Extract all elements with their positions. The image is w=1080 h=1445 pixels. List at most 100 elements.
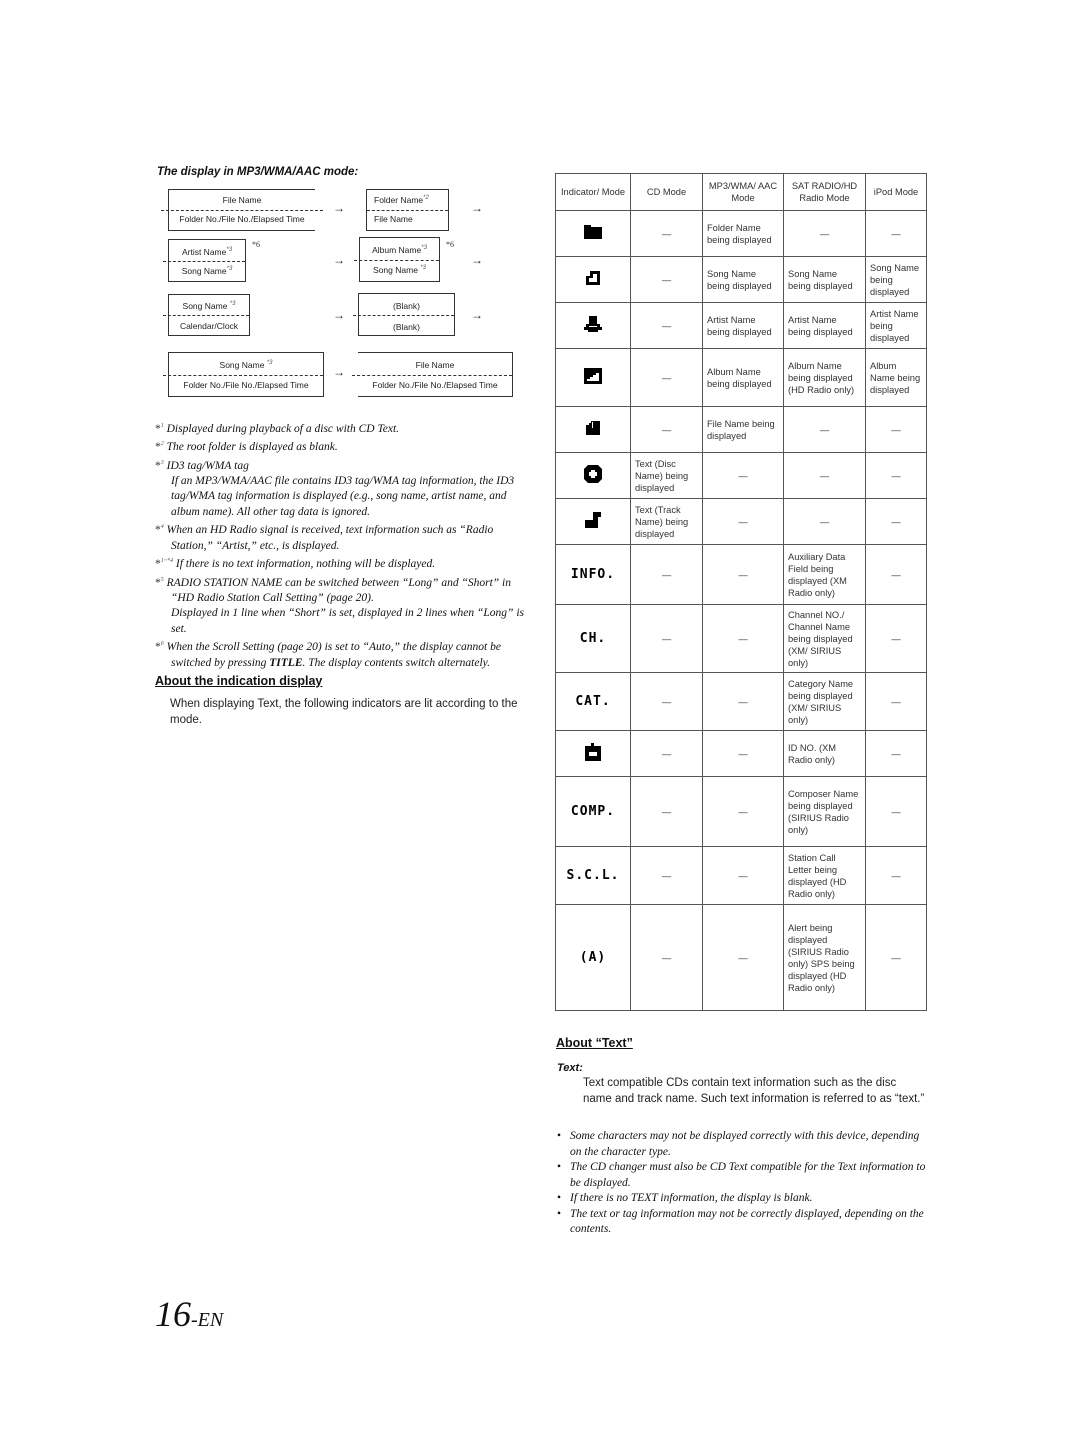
table-cell: ID NO. (XM Radio only) <box>783 730 866 777</box>
table-cell: Song Name being displayed <box>702 256 784 303</box>
table-cell: Artist Name being displayed <box>702 302 784 349</box>
table-cell: — <box>702 498 784 545</box>
album-icon <box>584 368 602 386</box>
footnote-ref: *3 <box>229 301 236 308</box>
table-cell: — <box>630 846 703 905</box>
table-cell: Song Name being displayed <box>865 256 927 303</box>
alert-indicator: (A) <box>579 949 607 965</box>
table-cell: — <box>865 672 927 731</box>
text-notes-list: Some characters may not be displayed cor… <box>557 1129 927 1238</box>
indicator-cell: COMP. <box>555 776 631 847</box>
arrow-icon: → <box>471 201 483 215</box>
display-box: Album Name*3 Song Name *3 <box>354 237 440 282</box>
arrow-icon: → <box>333 308 345 322</box>
footnote: *5 RADIO STATION NAME can be switched be… <box>155 576 524 635</box>
box-bottom-text: File Name <box>374 214 413 224</box>
table-row: CAT. — — Category Name being displayed (XM/… <box>555 672 927 731</box>
table-cell: — <box>630 210 703 257</box>
display-box: (Blank) (Blank) <box>353 293 455 336</box>
header-ipod-mode: iPod Mode <box>865 173 927 211</box>
table-cell: File Name being displayed <box>702 406 784 453</box>
table-cell: Station Call Letter being displayed (HD … <box>783 846 866 905</box>
table-cell: Song Name being displayed <box>783 256 866 303</box>
table-cell: Album Name being displayed (HD Radio onl… <box>783 348 866 407</box>
display-box: Song Name *3 Calendar/Clock <box>163 294 250 336</box>
dashed-divider <box>354 259 439 261</box>
table-cell: — <box>630 672 703 731</box>
footnote-ref: *6 <box>252 240 260 249</box>
table-row: — File Name being displayed — — <box>555 406 927 453</box>
dashed-divider <box>163 374 323 376</box>
footnote: *6 When the Scroll Setting (page 20) is … <box>155 641 501 669</box>
table-row: — Folder Name being displayed — — <box>555 210 927 257</box>
footnote-ref: *6 <box>446 240 454 249</box>
footnotes: *1 Displayed during playback of a disc w… <box>155 419 530 671</box>
table-cell: — <box>865 406 927 453</box>
song-icon <box>586 271 600 287</box>
indicator-cell <box>555 302 631 349</box>
indicator-cell <box>555 498 631 545</box>
table-cell: Text (Track Name) being displayed <box>630 498 703 545</box>
indicator-cell <box>555 406 631 453</box>
arrow-icon: → <box>471 253 483 267</box>
table-header-row: Indicator/ Mode CD Mode MP3/WMA/ AAC Mod… <box>555 173 927 211</box>
bullet-item: Some characters may not be displayed cor… <box>557 1129 927 1160</box>
table-row: S.C.L. — — Station Call Letter being displa… <box>555 846 927 905</box>
indicator-cell <box>555 210 631 257</box>
arrow-icon: → <box>333 201 345 215</box>
display-box: File Name Folder No./File No./Elapsed Ti… <box>352 352 513 397</box>
table-cell: — <box>702 846 784 905</box>
header-cd-mode: CD Mode <box>630 173 703 211</box>
box-top-text: Folder Name <box>374 195 424 205</box>
indicator-cell: (A) <box>555 904 631 1011</box>
table-row: — Song Name being displayed Song Name bein… <box>555 256 927 303</box>
arrow-icon: → <box>333 365 345 379</box>
table-cell: — <box>702 672 784 731</box>
table-cell: — <box>702 776 784 847</box>
table-cell: — <box>865 452 927 499</box>
text-definition: Text compatible CDs contain text informa… <box>583 1077 925 1105</box>
footnote-ref: *2 <box>423 195 429 202</box>
indicator-cell <box>555 452 631 499</box>
footnote: *1 Displayed during playback of a disc w… <box>155 422 400 435</box>
table-cell: Album Name being displayed <box>865 348 927 407</box>
table-cell: — <box>865 846 927 905</box>
dashed-divider <box>161 210 323 211</box>
footnote-ref: *3 <box>421 245 427 252</box>
info-indicator: INFO. <box>570 566 616 582</box>
indicator-cell <box>555 348 631 407</box>
box-bottom-text: Song Name <box>373 265 418 275</box>
table-cell: — <box>783 498 866 545</box>
footnote: *3 ID3 tag/WMA tag If an MP3/WMA/AAC fil… <box>155 459 515 518</box>
box-bottom-text: Folder No./File No./Elapsed Time <box>179 214 305 224</box>
box-bottom-text: Song Name <box>181 266 227 276</box>
scl-indicator: S.C.L. <box>566 867 620 883</box>
table-cell: — <box>702 730 784 777</box>
indicator-cell: S.C.L. <box>555 846 631 905</box>
table-cell: — <box>865 604 927 673</box>
arrow-icon: → <box>333 253 345 267</box>
table-row: Text (Disc Name) being displayed — — — <box>555 452 927 499</box>
box-top-text: (Blank) <box>393 301 420 311</box>
table-row: — Artist Name being displayed Artist Name … <box>555 302 927 349</box>
table-cell: Text (Disc Name) being displayed <box>630 452 703 499</box>
footnote: *1~*4 If there is no text information, n… <box>155 558 436 571</box>
table-cell: — <box>783 210 866 257</box>
footnote-ref: *3 <box>420 265 426 272</box>
dashed-divider <box>163 260 245 262</box>
table-row: (A) — — Alert being displayed (SIRIUS Radio… <box>555 904 927 1011</box>
table-cell: — <box>865 730 927 777</box>
table-cell: — <box>865 498 927 545</box>
box-bottom-text: Calendar/Clock <box>179 321 239 331</box>
folder-icon <box>584 225 602 241</box>
table-cell: — <box>630 406 703 453</box>
header-indicator: Indicator/ Mode <box>555 173 631 211</box>
display-box: Artist Name*3 Song Name*3 <box>163 239 246 282</box>
box-top-text: Song Name <box>182 301 228 311</box>
box-top-text: File Name <box>415 360 455 370</box>
box-top-text: Song Name <box>219 360 265 370</box>
table-cell: — <box>630 730 703 777</box>
table-cell: — <box>630 302 703 349</box>
table-cell: — <box>783 452 866 499</box>
dashed-divider <box>163 315 249 316</box>
